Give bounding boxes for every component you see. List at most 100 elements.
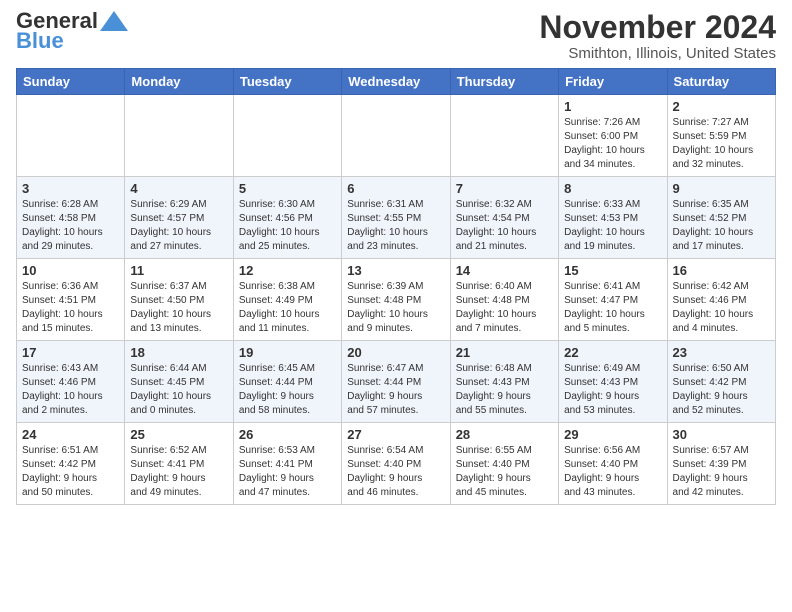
calendar-cell: 16Sunrise: 6:42 AMSunset: 4:46 PMDayligh… — [667, 259, 775, 341]
day-info: Sunrise: 6:53 AMSunset: 4:41 PMDaylight:… — [239, 444, 336, 500]
day-number: 22 — [564, 345, 661, 360]
day-info: Sunrise: 6:37 AMSunset: 4:50 PMDaylight:… — [130, 280, 227, 336]
weekday-header: Saturday — [667, 69, 775, 95]
calendar-cell: 22 Sunrise: 6:49 AMSunset: 4:43 PMDayligh… — [559, 341, 667, 423]
calendar-week-row: 10Sunrise: 6:36 AMSunset: 4:51 PMDayligh… — [17, 259, 776, 341]
calendar-cell: 2Sunrise: 7:27 AMSunset: 5:59 PMDaylight… — [667, 95, 775, 177]
weekday-header: Thursday — [450, 69, 558, 95]
day-info: Sunrise: 6:45 AMSunset: 4:44 PMDaylight:… — [239, 362, 336, 418]
day-number: 28 — [456, 427, 553, 442]
calendar-cell: 29 Sunrise: 6:56 AMSunset: 4:40 PMDayligh… — [559, 423, 667, 505]
calendar-cell: 21 Sunrise: 6:48 AMSunset: 4:43 PMDayligh… — [450, 341, 558, 423]
calendar-cell: 4 Sunrise: 6:29 AMSunset: 4:57 PMDaylight… — [125, 177, 233, 259]
calendar-cell: 20 Sunrise: 6:47 AMSunset: 4:44 PMDayligh… — [342, 341, 450, 423]
page: General Blue November 2024 Smithton, Ill… — [0, 0, 792, 513]
calendar-cell — [125, 95, 233, 177]
calendar-cell: 27Sunrise: 6:54 AMSunset: 4:40 PMDayligh… — [342, 423, 450, 505]
calendar-cell: 7Sunrise: 6:32 AMSunset: 4:54 PMDaylight… — [450, 177, 558, 259]
calendar-cell: 12 Sunrise: 6:38 AMSunset: 4:49 PMDayligh… — [233, 259, 341, 341]
day-number: 29 — [564, 427, 661, 442]
calendar: SundayMondayTuesdayWednesdayThursdayFrid… — [16, 68, 776, 505]
logo: General Blue — [16, 10, 128, 52]
day-info: Sunrise: 6:28 AMSunset: 4:58 PMDaylight:… — [22, 198, 119, 254]
day-number: 25 — [130, 427, 227, 442]
day-info: Sunrise: 6:51 AMSunset: 4:42 PMDaylight:… — [22, 444, 119, 500]
day-info: Sunrise: 6:39 AMSunset: 4:48 PMDaylight:… — [347, 280, 444, 336]
day-number: 15 — [564, 263, 661, 278]
calendar-cell: 11 Sunrise: 6:37 AMSunset: 4:50 PMDayligh… — [125, 259, 233, 341]
calendar-week-row: 1 Sunrise: 7:26 AMSunset: 6:00 PMDaylight… — [17, 95, 776, 177]
calendar-cell: 28Sunrise: 6:55 AMSunset: 4:40 PMDayligh… — [450, 423, 558, 505]
calendar-cell — [342, 95, 450, 177]
calendar-cell: 3 Sunrise: 6:28 AMSunset: 4:58 PMDaylight… — [17, 177, 125, 259]
day-number: 18 — [130, 345, 227, 360]
calendar-cell: 6Sunrise: 6:31 AMSunset: 4:55 PMDaylight… — [342, 177, 450, 259]
main-title: November 2024 — [539, 10, 776, 45]
calendar-cell: 14 Sunrise: 6:40 AMSunset: 4:48 PMDayligh… — [450, 259, 558, 341]
day-number: 19 — [239, 345, 336, 360]
calendar-cell: 8Sunrise: 6:33 AMSunset: 4:53 PMDaylight… — [559, 177, 667, 259]
calendar-cell: 24Sunrise: 6:51 AMSunset: 4:42 PMDayligh… — [17, 423, 125, 505]
weekday-header: Wednesday — [342, 69, 450, 95]
calendar-week-row: 17 Sunrise: 6:43 AMSunset: 4:46 PMDayligh… — [17, 341, 776, 423]
day-info: Sunrise: 6:35 AMSunset: 4:52 PMDaylight:… — [673, 198, 770, 254]
day-number: 5 — [239, 181, 336, 196]
calendar-cell: 18 Sunrise: 6:44 AMSunset: 4:45 PMDayligh… — [125, 341, 233, 423]
day-number: 23 — [673, 345, 770, 360]
title-block: November 2024 Smithton, Illinois, United… — [539, 10, 776, 62]
day-number: 20 — [347, 345, 444, 360]
day-info: Sunrise: 6:47 AMSunset: 4:44 PMDaylight:… — [347, 362, 444, 418]
weekday-header: Tuesday — [233, 69, 341, 95]
calendar-cell: 26 Sunrise: 6:53 AMSunset: 4:41 PMDayligh… — [233, 423, 341, 505]
day-info: Sunrise: 6:41 AMSunset: 4:47 PMDaylight:… — [564, 280, 661, 336]
logo-blue: Blue — [16, 30, 64, 52]
logo-icon — [100, 11, 128, 31]
day-info: Sunrise: 6:52 AMSunset: 4:41 PMDaylight:… — [130, 444, 227, 500]
day-info: Sunrise: 7:26 AMSunset: 6:00 PMDaylight:… — [564, 116, 661, 172]
day-info: Sunrise: 6:38 AMSunset: 4:49 PMDaylight:… — [239, 280, 336, 336]
day-info: Sunrise: 6:50 AMSunset: 4:42 PMDaylight:… — [673, 362, 770, 418]
day-info: Sunrise: 6:44 AMSunset: 4:45 PMDaylight:… — [130, 362, 227, 418]
calendar-cell — [233, 95, 341, 177]
calendar-cell: 15 Sunrise: 6:41 AMSunset: 4:47 PMDayligh… — [559, 259, 667, 341]
day-number: 4 — [130, 181, 227, 196]
calendar-cell: 9 Sunrise: 6:35 AMSunset: 4:52 PMDaylight… — [667, 177, 775, 259]
day-number: 16 — [673, 263, 770, 278]
day-number: 21 — [456, 345, 553, 360]
day-number: 11 — [130, 263, 227, 278]
day-number: 3 — [22, 181, 119, 196]
day-number: 14 — [456, 263, 553, 278]
calendar-cell: 19 Sunrise: 6:45 AMSunset: 4:44 PMDayligh… — [233, 341, 341, 423]
day-info: Sunrise: 6:32 AMSunset: 4:54 PMDaylight:… — [456, 198, 553, 254]
calendar-cell: 10Sunrise: 6:36 AMSunset: 4:51 PMDayligh… — [17, 259, 125, 341]
calendar-cell — [17, 95, 125, 177]
day-number: 2 — [673, 99, 770, 114]
day-info: Sunrise: 6:29 AMSunset: 4:57 PMDaylight:… — [130, 198, 227, 254]
day-info: Sunrise: 6:40 AMSunset: 4:48 PMDaylight:… — [456, 280, 553, 336]
day-info: Sunrise: 6:30 AMSunset: 4:56 PMDaylight:… — [239, 198, 336, 254]
calendar-cell — [450, 95, 558, 177]
day-number: 13 — [347, 263, 444, 278]
day-info: Sunrise: 6:57 AMSunset: 4:39 PMDaylight:… — [673, 444, 770, 500]
weekday-header: Sunday — [17, 69, 125, 95]
day-number: 10 — [22, 263, 119, 278]
day-number: 26 — [239, 427, 336, 442]
calendar-cell: 13 Sunrise: 6:39 AMSunset: 4:48 PMDayligh… — [342, 259, 450, 341]
day-info: Sunrise: 6:56 AMSunset: 4:40 PMDaylight:… — [564, 444, 661, 500]
calendar-cell: 17 Sunrise: 6:43 AMSunset: 4:46 PMDayligh… — [17, 341, 125, 423]
day-info: Sunrise: 6:43 AMSunset: 4:46 PMDaylight:… — [22, 362, 119, 418]
calendar-cell: 25 Sunrise: 6:52 AMSunset: 4:41 PMDayligh… — [125, 423, 233, 505]
day-number: 12 — [239, 263, 336, 278]
day-info: Sunrise: 6:31 AMSunset: 4:55 PMDaylight:… — [347, 198, 444, 254]
day-number: 17 — [22, 345, 119, 360]
day-number: 9 — [673, 181, 770, 196]
day-number: 8 — [564, 181, 661, 196]
day-number: 27 — [347, 427, 444, 442]
calendar-cell: 30 Sunrise: 6:57 AMSunset: 4:39 PMDayligh… — [667, 423, 775, 505]
day-info: Sunrise: 6:48 AMSunset: 4:43 PMDaylight:… — [456, 362, 553, 418]
day-info: Sunrise: 6:49 AMSunset: 4:43 PMDaylight:… — [564, 362, 661, 418]
day-number: 30 — [673, 427, 770, 442]
header: General Blue November 2024 Smithton, Ill… — [16, 10, 776, 62]
day-number: 1 — [564, 99, 661, 114]
calendar-cell: 1 Sunrise: 7:26 AMSunset: 6:00 PMDaylight… — [559, 95, 667, 177]
